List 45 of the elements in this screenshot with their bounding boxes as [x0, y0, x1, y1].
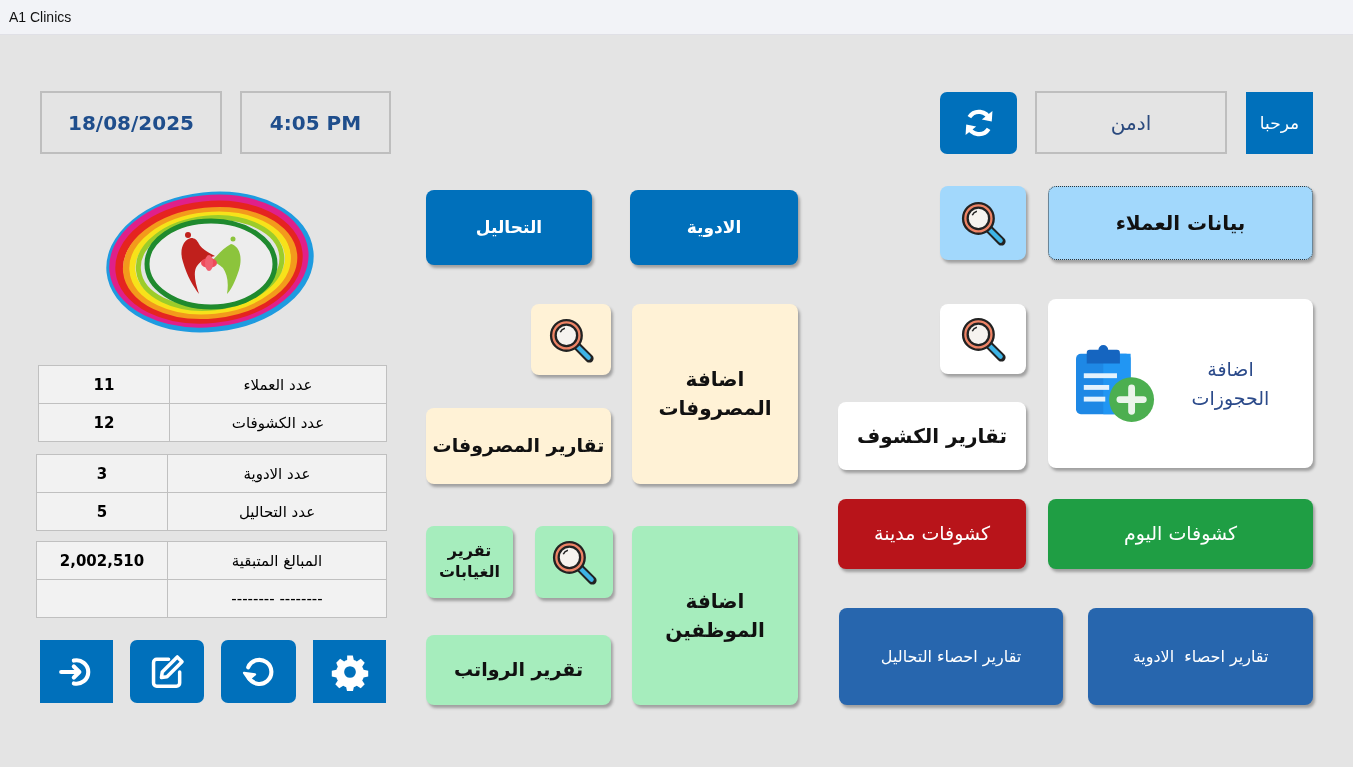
time-display: 4:05 PM: [240, 91, 391, 154]
sign-in-button[interactable]: [40, 640, 113, 703]
search-button[interactable]: [940, 186, 1026, 260]
menu-button[interactable]: الادوية: [630, 190, 798, 265]
table-cell: عدد العملاء: [169, 365, 387, 404]
statistics-report-button[interactable]: تقارير احصاء الادوية: [1088, 608, 1313, 705]
menu-button[interactable]: التحاليل: [426, 190, 592, 265]
search-icon: [960, 200, 1006, 246]
absence-report-button[interactable]: تقرير الغيابات: [426, 526, 513, 598]
table-cell: المبالغ المتبقية: [167, 541, 387, 580]
search-icon: [960, 316, 1006, 362]
search-button[interactable]: [531, 304, 611, 375]
search-button[interactable]: [535, 526, 613, 598]
clients-button[interactable]: بيانات العملاء: [1048, 186, 1313, 260]
search-button[interactable]: [940, 304, 1026, 374]
salary-report-button[interactable]: تقرير الرواتب: [426, 635, 611, 705]
table-cell: -------- --------: [167, 579, 387, 618]
add-employees-button[interactable]: اضافة الموظفين: [632, 526, 798, 705]
add-booking-card[interactable]: اضافة الحجوزات: [1048, 299, 1313, 468]
window-title: A1 Clinics: [9, 9, 72, 25]
welcome-label: مرحبا: [1246, 92, 1313, 154]
table-cell: عدد التحاليل: [167, 492, 387, 531]
expense-reports-button[interactable]: تقارير المصروفات: [426, 408, 611, 484]
date-display: 18/08/2025: [40, 91, 222, 154]
table-cell: 12: [38, 403, 170, 442]
settings-button[interactable]: [313, 640, 386, 703]
search-icon: [548, 316, 594, 363]
settings-icon: [330, 652, 369, 691]
visit-reports-button[interactable]: تقارير الكشوف: [838, 402, 1026, 470]
add-booking-label: اضافة الحجوزات: [1190, 357, 1271, 412]
add-expenses-button[interactable]: اضافة المصروفات: [632, 304, 798, 484]
table-cell: 3: [36, 454, 168, 493]
user-field[interactable]: ادمن: [1035, 91, 1227, 154]
refresh-button[interactable]: [940, 92, 1017, 154]
table-cell: 2,002,510: [36, 541, 168, 580]
table-cell: عدد الكشوفات: [169, 403, 387, 442]
visits-button[interactable]: كشوفات مدينة: [838, 499, 1026, 569]
clipboard-add-icon: [1075, 343, 1156, 424]
table-cell: 5: [36, 492, 168, 531]
refresh-button[interactable]: [221, 640, 296, 703]
statistics-report-button[interactable]: تقارير احصاء التحاليل: [839, 608, 1063, 705]
search-icon: [551, 539, 597, 585]
table-cell: عدد الادوية: [167, 454, 387, 493]
edit-button[interactable]: [130, 640, 204, 703]
table-cell: 11: [38, 365, 170, 404]
